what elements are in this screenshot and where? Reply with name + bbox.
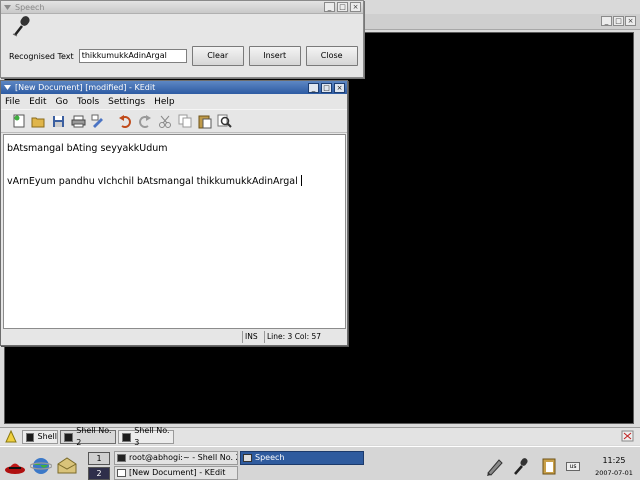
- paste-icon: [198, 115, 211, 128]
- recognised-text-row: Recognised Text thikkumukkAdinArgal Clea…: [9, 45, 359, 67]
- menu-bar: File Edit Go Tools Settings Help: [1, 94, 347, 109]
- desktop-1-button[interactable]: 1: [88, 452, 110, 465]
- speech-titlebar: Speech _ □ ×: [1, 1, 363, 14]
- close-button[interactable]: ×: [334, 82, 345, 93]
- task-kedit[interactable]: [New Document] - KEdit: [114, 466, 238, 480]
- toolbar: [1, 109, 347, 133]
- terminal-icon: [122, 432, 132, 442]
- mail-client-icon[interactable]: [56, 456, 78, 476]
- editor-line-2: vArnEyum pandhu vIchchil bAtsmangal thik…: [7, 175, 302, 187]
- menu-help[interactable]: Help: [154, 97, 175, 107]
- close-session-icon[interactable]: [621, 430, 634, 442]
- minimize-button[interactable]: _: [324, 2, 335, 12]
- speech-title: Speech: [15, 2, 45, 12]
- status-bar: INS Line: 3 Col: 57: [3, 331, 346, 343]
- redhat-menu-icon[interactable]: [4, 456, 26, 476]
- close-dialog-button[interactable]: Close: [305, 46, 358, 66]
- clipboard-icon[interactable]: [538, 456, 560, 476]
- window-menu-icon[interactable]: [3, 3, 12, 12]
- clear-button[interactable]: Clear: [191, 46, 244, 66]
- spellcheck-button[interactable]: [89, 112, 108, 131]
- web-browser-icon[interactable]: [30, 456, 52, 476]
- undo-button[interactable]: [115, 112, 134, 131]
- kedit-titlebar: [New Document] [modified] - KEdit _ □ ×: [1, 81, 347, 94]
- cut-button[interactable]: [155, 112, 174, 131]
- copy-icon: [178, 114, 191, 128]
- task-terminal-label: root@abhogi:~ - Shell No. 2: [129, 453, 238, 462]
- kedit-window: [New Document] [modified] - KEdit _ □ × …: [0, 80, 348, 346]
- menu-go[interactable]: Go: [56, 97, 68, 107]
- terminal-icon: [117, 454, 126, 462]
- text-editor-icon: [117, 469, 126, 477]
- text-cursor: [300, 175, 302, 186]
- close-button[interactable]: ×: [625, 16, 636, 26]
- save-button[interactable]: [49, 112, 68, 131]
- close-button[interactable]: ×: [350, 2, 361, 12]
- tab-shell-2[interactable]: Shell No. 2: [60, 426, 116, 447]
- find-button[interactable]: [215, 112, 234, 131]
- clock[interactable]: 11:25 2007-07-01: [594, 456, 634, 477]
- undo-icon: [118, 114, 131, 128]
- pen-icon[interactable]: [484, 456, 506, 476]
- task-speech-label: Speech: [255, 453, 285, 462]
- tab-shell-3[interactable]: Shell No. 3: [118, 426, 174, 447]
- print-icon: [71, 115, 86, 127]
- paste-button[interactable]: [195, 112, 214, 131]
- microphone-icon: [12, 16, 30, 37]
- redo-icon: [138, 114, 151, 128]
- clock-time: 11:25: [602, 456, 626, 465]
- menu-file[interactable]: File: [5, 97, 20, 107]
- clock-date: 2007-07-01: [595, 469, 633, 477]
- editor-line-1: bAtsmangal bAting seyyakkUdum: [7, 143, 168, 154]
- minimize-button[interactable]: _: [601, 16, 612, 26]
- microphone-icon: [243, 454, 252, 462]
- maximize-button[interactable]: □: [337, 2, 348, 12]
- desktop-2-button[interactable]: 2: [88, 467, 110, 480]
- insert-button[interactable]: Insert: [248, 46, 301, 66]
- insert-mode-indicator: INS: [242, 331, 264, 343]
- open-button[interactable]: [29, 112, 48, 131]
- cursor-position: Line: 3 Col: 57: [264, 331, 346, 343]
- recognised-text-label: Recognised Text: [9, 51, 74, 61]
- kedit-title: [New Document] [modified] - KEdit: [15, 83, 156, 92]
- search-icon: [217, 114, 232, 128]
- tab-shell[interactable]: Shell: [22, 430, 58, 444]
- save-icon: [53, 115, 64, 127]
- minimize-button[interactable]: _: [308, 82, 319, 93]
- spellcheck-icon: [91, 114, 103, 128]
- editor-line-2-text: vArnEyum pandhu vIchchil bAtsmangal thik…: [7, 176, 298, 187]
- task-speech[interactable]: Speech: [240, 451, 364, 465]
- speech-window: Speech _ □ × Recognised Text thikkumukkA…: [0, 0, 364, 78]
- redo-button[interactable]: [135, 112, 154, 131]
- new-document-button[interactable]: [9, 112, 28, 131]
- task-kedit-label: [New Document] - KEdit: [129, 468, 226, 477]
- text-editor[interactable]: bAtsmangal bAting seyyakkUdum vArnEyum p…: [3, 134, 346, 329]
- menu-settings[interactable]: Settings: [108, 97, 145, 107]
- menu-tools[interactable]: Tools: [77, 97, 99, 107]
- maximize-button[interactable]: □: [613, 16, 624, 26]
- bottom-panel: 1 2 root@abhogi:~ - Shell No. 2 Speech […: [0, 446, 640, 480]
- tab-shell-label: Shell: [37, 432, 57, 441]
- terminal-tab-bar: Shell Shell No. 2 Shell No. 3: [0, 426, 640, 447]
- terminal-icon: [64, 432, 74, 442]
- menu-edit[interactable]: Edit: [29, 97, 46, 107]
- copy-button[interactable]: [175, 112, 194, 131]
- maximize-button[interactable]: □: [321, 82, 332, 93]
- window-menu-icon[interactable]: [3, 83, 12, 92]
- task-terminal[interactable]: root@abhogi:~ - Shell No. 2: [114, 451, 238, 465]
- new-session-icon[interactable]: [5, 430, 17, 443]
- microphone-applet-icon[interactable]: [510, 456, 532, 476]
- print-button[interactable]: [69, 112, 88, 131]
- cut-icon: [158, 115, 171, 128]
- keyboard-layout-indicator[interactable]: us: [566, 462, 580, 471]
- folder-open-icon: [31, 117, 45, 127]
- microphone-button[interactable]: [11, 15, 35, 37]
- new-document-icon: [13, 114, 24, 128]
- terminal-icon: [26, 432, 35, 442]
- recognised-text-field[interactable]: thikkumukkAdinArgal: [78, 49, 187, 63]
